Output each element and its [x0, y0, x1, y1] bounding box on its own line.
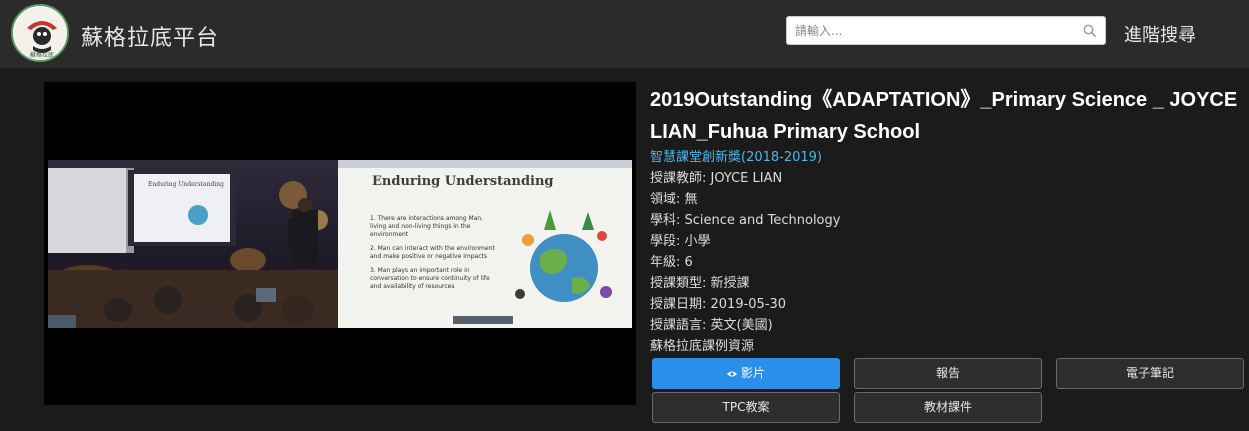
eye-icon: [726, 371, 737, 376]
search-input[interactable]: [787, 17, 1077, 44]
lesson-title: 2019Outstanding《ADAPTATION》_Primary Scie…: [650, 89, 1238, 143]
teacher-field: 授課教師: JOYCE LIAN: [650, 171, 783, 186]
classroom-scene: Enduring Understanding: [48, 160, 338, 328]
logo-icon: 蘇格拉底: [14, 7, 67, 60]
video-button[interactable]: 影片: [652, 358, 840, 389]
slide-point: 3. Man plays an important role in conver…: [370, 267, 490, 290]
top-bar: 蘇格拉底 蘇格拉底平台 進階搜尋: [0, 0, 1249, 68]
stage-field: 學段: 小學: [650, 234, 711, 249]
site-title[interactable]: 蘇格拉底平台: [81, 20, 219, 52]
video-frame: Enduring Understanding Enduring Understa…: [48, 160, 632, 328]
classroom-image: Enduring Understanding: [48, 168, 338, 328]
report-button[interactable]: 報告: [854, 358, 1042, 389]
slide-point: 2. Man can interact with the environment…: [370, 245, 495, 260]
slide-toolbar: [338, 160, 632, 168]
slide-points: 1. There are interactions among Man, liv…: [370, 215, 500, 297]
subject-field: 學科: Science and Technology: [650, 213, 841, 228]
lesson-info: 2019Outstanding《ADAPTATION》_Primary Scie…: [650, 84, 1240, 357]
video-button-label: 影片: [740, 366, 765, 380]
slide-panel: Enduring Understanding 1. There are inte…: [338, 160, 632, 328]
language-field: 授課語言: 英文(美國): [650, 318, 773, 333]
notes-button[interactable]: 電子筆記: [1056, 358, 1244, 389]
domain-field: 領域: 無: [650, 192, 698, 207]
svg-text:蘇格拉底: 蘇格拉底: [30, 51, 54, 59]
grade-field: 年級: 6: [650, 255, 693, 270]
earth-illustration: [515, 210, 612, 302]
slide-title: Enduring Understanding: [372, 174, 554, 189]
lesson-series-link[interactable]: 智慧課堂創新獎(2018-2019): [650, 148, 1240, 168]
video-player[interactable]: Enduring Understanding Enduring Understa…: [44, 82, 636, 405]
lesson-type-field: 授課類型: 新授課: [650, 276, 750, 291]
resource-source: 蘇格拉底課例資源: [650, 339, 755, 354]
advanced-search-link[interactable]: 進階搜尋: [1124, 21, 1196, 47]
svg-text:Enduring Understanding: Enduring Understanding: [148, 181, 224, 188]
slide-controls[interactable]: [453, 316, 513, 324]
slide-point: 1. There are interactions among Man, liv…: [370, 215, 484, 238]
materials-button[interactable]: 教材課件: [854, 392, 1042, 423]
search-icon[interactable]: [1083, 24, 1097, 38]
lesson-date-field: 授課日期: 2019-05-30: [650, 297, 787, 312]
tpc-lesson-plan-button[interactable]: TPC教案: [652, 392, 840, 423]
search-box: [786, 16, 1106, 45]
site-logo[interactable]: 蘇格拉底: [11, 4, 69, 62]
